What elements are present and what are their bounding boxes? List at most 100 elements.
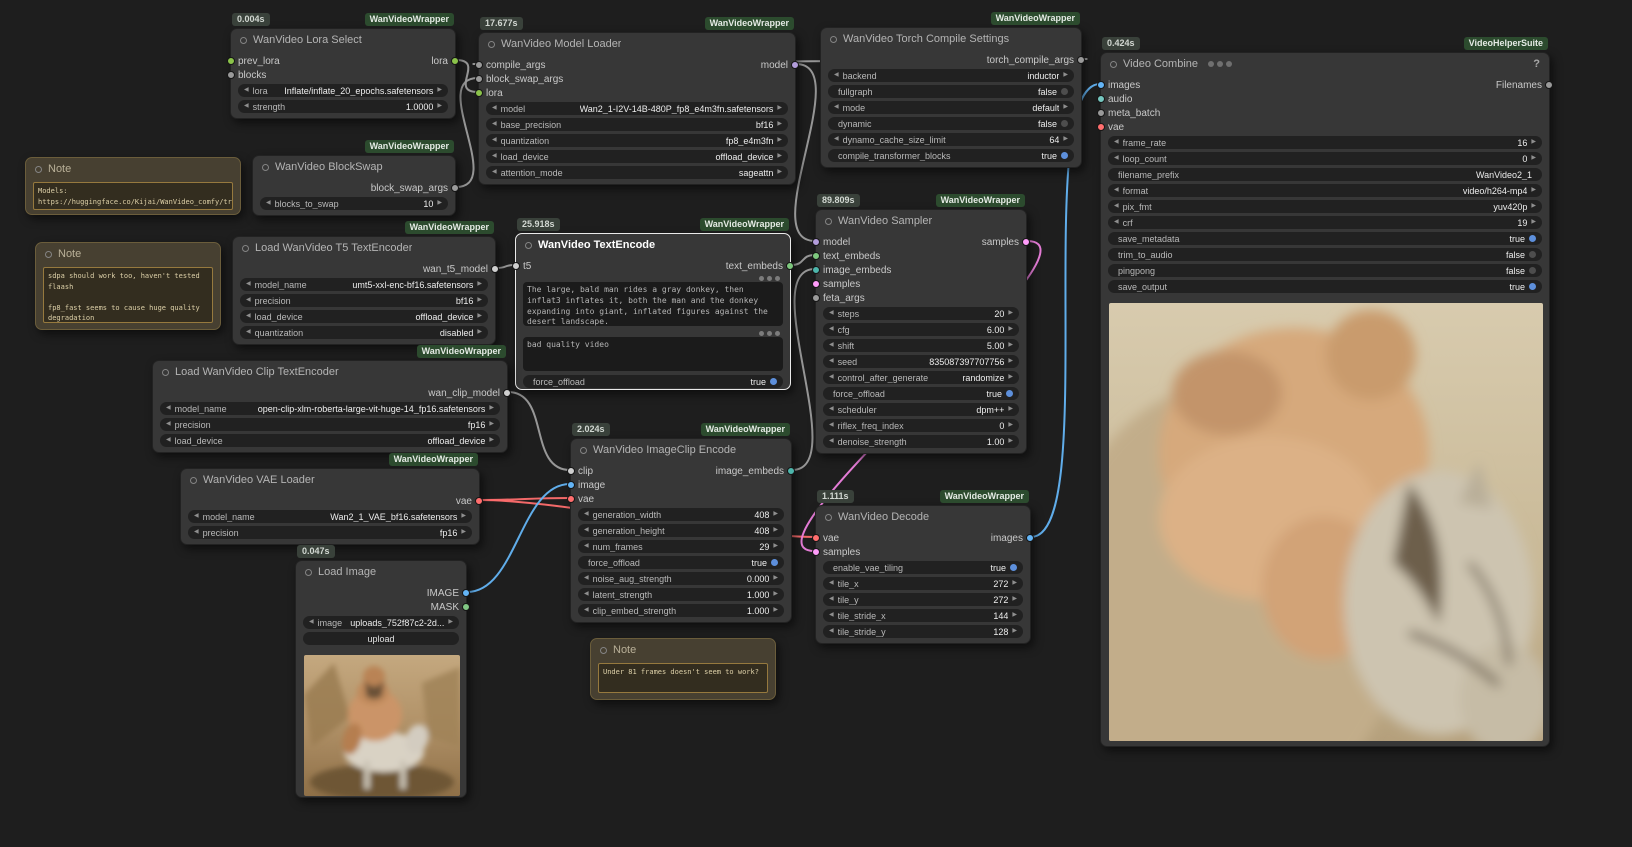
node-load-wanvideo-clip-textencoder[interactable]: WanVideoWrapper Load WanVideo Clip TextE…: [152, 360, 508, 453]
increment-arrow-icon[interactable]: ▶: [773, 604, 778, 617]
widget-scheduler[interactable]: ◀schedulerdpm++▶: [823, 403, 1019, 416]
widget-mode[interactable]: ◀modedefault▶: [828, 101, 1074, 114]
input-slot-text_embeds[interactable]: text_embeds: [812, 251, 880, 262]
decrement-arrow-icon[interactable]: ◀: [244, 84, 249, 97]
collapse-dot-icon[interactable]: [825, 218, 832, 225]
widget-generation_height[interactable]: ◀generation_height408▶: [578, 524, 784, 537]
node-header[interactable]: WanVideo Torch Compile Settings: [821, 28, 1081, 50]
widget-frame_rate[interactable]: ◀frame_rate16▶: [1108, 136, 1542, 149]
decrement-arrow-icon[interactable]: ◀: [194, 510, 199, 523]
node-wanvideo-torch-compile-settings[interactable]: WanVideoWrapper WanVideo Torch Compile S…: [820, 27, 1082, 168]
input-slot-images[interactable]: images: [1097, 80, 1140, 91]
decrement-arrow-icon[interactable]: ◀: [829, 339, 834, 352]
input-slot-block_swap_args[interactable]: block_swap_args: [475, 74, 563, 85]
input-slot-samples[interactable]: samples: [812, 279, 860, 290]
increment-arrow-icon[interactable]: ▶: [489, 434, 494, 447]
increment-arrow-icon[interactable]: ▶: [773, 588, 778, 601]
widget-image[interactable]: ◀imageuploads_752f87c2-2d...▶: [303, 616, 459, 629]
increment-arrow-icon[interactable]: ▶: [1531, 216, 1536, 229]
input-dot[interactable]: [812, 238, 820, 246]
input-slot-vae[interactable]: vae: [567, 494, 594, 505]
output-slot-vae[interactable]: vae: [456, 496, 483, 507]
decrement-arrow-icon[interactable]: ◀: [492, 102, 497, 115]
input-slot-compile_args[interactable]: compile_args: [475, 60, 545, 71]
widget-tile_y[interactable]: ◀tile_y272▶: [823, 593, 1023, 606]
decrement-arrow-icon[interactable]: ◀: [166, 402, 171, 415]
input-slot-vae[interactable]: vae: [812, 533, 839, 544]
widget-steps[interactable]: ◀steps20▶: [823, 307, 1019, 320]
node-header[interactable]: WanVideo TextEncode: [516, 234, 790, 256]
collapse-dot-icon[interactable]: [825, 514, 832, 521]
increment-arrow-icon[interactable]: ▶: [777, 150, 782, 163]
collapse-dot-icon[interactable]: [162, 369, 169, 376]
node-header[interactable]: Load WanVideo T5 TextEncoder: [233, 237, 495, 259]
output-dot[interactable]: [1545, 81, 1553, 89]
node-wanvideo-blockswap[interactable]: WanVideoWrapper WanVideo BlockSwap block…: [252, 155, 456, 216]
collapse-dot-icon[interactable]: [305, 569, 312, 576]
widget-quantization[interactable]: ◀quantizationdisabled▶: [240, 326, 488, 339]
widget-noise_aug_strength[interactable]: ◀noise_aug_strength0.000▶: [578, 572, 784, 585]
decrement-arrow-icon[interactable]: ◀: [829, 609, 834, 622]
output-dot[interactable]: [791, 61, 799, 69]
input-dot[interactable]: [812, 534, 820, 542]
widget-model_name[interactable]: ◀model_nameWan2_1_VAE_bf16.safetensors▶: [188, 510, 472, 523]
input-dot[interactable]: [1097, 123, 1105, 131]
decrement-arrow-icon[interactable]: ◀: [834, 101, 839, 114]
increment-arrow-icon[interactable]: ▶: [477, 278, 482, 291]
decrement-arrow-icon[interactable]: ◀: [246, 278, 251, 291]
input-slot-meta_batch[interactable]: meta_batch: [1097, 108, 1160, 119]
sync-icon[interactable]: [1226, 61, 1232, 67]
increment-arrow-icon[interactable]: ▶: [437, 84, 442, 97]
decrement-arrow-icon[interactable]: ◀: [1114, 136, 1119, 149]
increment-arrow-icon[interactable]: ▶: [1008, 371, 1013, 384]
output-slot-lora[interactable]: lora: [431, 56, 459, 67]
collapse-dot-icon[interactable]: [488, 41, 495, 48]
increment-arrow-icon[interactable]: ▶: [1008, 323, 1013, 336]
title-toolbar[interactable]: [1208, 61, 1232, 67]
collapse-dot-icon[interactable]: [262, 164, 269, 171]
decrement-arrow-icon[interactable]: ◀: [1114, 152, 1119, 165]
input-slot-image_embeds[interactable]: image_embeds: [812, 265, 891, 276]
textarea-toolbar[interactable]: [516, 274, 790, 282]
widget-quantization[interactable]: ◀quantizationfp8_e4m3fn▶: [486, 134, 788, 147]
decrement-arrow-icon[interactable]: ◀: [829, 307, 834, 320]
increment-arrow-icon[interactable]: ▶: [777, 134, 782, 147]
output-slot-IMAGE[interactable]: IMAGE: [427, 588, 470, 599]
node-header[interactable]: WanVideo BlockSwap: [253, 156, 455, 178]
node-wanvideo-imageclip-encode[interactable]: 2.024s WanVideoWrapper WanVideo ImageCli…: [570, 438, 792, 623]
decrement-arrow-icon[interactable]: ◀: [584, 604, 589, 617]
widget-tile_stride_x[interactable]: ◀tile_stride_x144▶: [823, 609, 1023, 622]
widget-dynamo_cache_size_limit[interactable]: ◀dynamo_cache_size_limit64▶: [828, 133, 1074, 146]
output-slot-text_embeds[interactable]: text_embeds: [726, 261, 794, 272]
widget-filename_prefix[interactable]: filename_prefixWanVideo2_1: [1108, 168, 1542, 181]
increment-arrow-icon[interactable]: ▶: [1012, 625, 1017, 638]
textarea-tool-icon[interactable]: [775, 331, 780, 336]
decrement-arrow-icon[interactable]: ◀: [309, 616, 314, 629]
input-dot[interactable]: [1097, 95, 1105, 103]
decrement-arrow-icon[interactable]: ◀: [166, 418, 171, 431]
mute-icon[interactable]: [1217, 61, 1223, 67]
node-header[interactable]: Video Combine ?: [1101, 53, 1549, 75]
increment-arrow-icon[interactable]: ▶: [489, 418, 494, 431]
input-slot-prev_lora[interactable]: prev_lora: [227, 56, 280, 67]
node-wanvideo-textencode[interactable]: 25.918s WanVideoWrapper WanVideo TextEnc…: [515, 233, 791, 390]
increment-arrow-icon[interactable]: ▶: [1531, 136, 1536, 149]
increment-arrow-icon[interactable]: ▶: [773, 540, 778, 553]
widget-load_device[interactable]: ◀load_deviceoffload_device▶: [486, 150, 788, 163]
input-dot[interactable]: [1097, 109, 1105, 117]
input-dot[interactable]: [475, 89, 483, 97]
input-dot[interactable]: [812, 294, 820, 302]
widget-enable_vae_tiling[interactable]: enable_vae_tilingtrue: [823, 561, 1023, 574]
widget-save_output[interactable]: save_outputtrue: [1108, 280, 1542, 293]
widget-backend[interactable]: ◀backendinductor▶: [828, 69, 1074, 82]
node-header[interactable]: Note: [591, 639, 775, 661]
widget-format[interactable]: ◀formatvideo/h264-mp4▶: [1108, 184, 1542, 197]
output-dot[interactable]: [462, 589, 470, 597]
node-header[interactable]: WanVideo Model Loader: [479, 33, 795, 55]
increment-arrow-icon[interactable]: ▶: [777, 102, 782, 115]
increment-arrow-icon[interactable]: ▶: [1531, 152, 1536, 165]
increment-arrow-icon[interactable]: ▶: [448, 616, 453, 629]
increment-arrow-icon[interactable]: ▶: [437, 100, 442, 113]
widget-shift[interactable]: ◀shift5.00▶: [823, 339, 1019, 352]
input-dot[interactable]: [1097, 81, 1105, 89]
